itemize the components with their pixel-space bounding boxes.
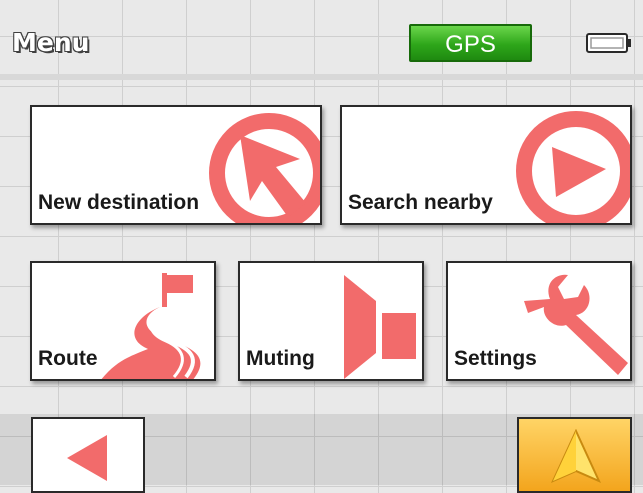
- navigation-button[interactable]: [517, 417, 632, 493]
- route-flag-icon: [101, 273, 201, 379]
- back-arrow-icon: [67, 435, 107, 481]
- battery-icon: [586, 33, 631, 53]
- header-separator: [0, 74, 643, 80]
- search-nearby-arrow-icon: [516, 111, 630, 223]
- new-destination-button[interactable]: New destination: [30, 105, 322, 225]
- gps-status-badge: GPS: [409, 24, 532, 62]
- header-bar: Menu GPS: [0, 0, 643, 80]
- settings-label: Settings: [454, 347, 537, 370]
- new-destination-label: New destination: [38, 191, 200, 214]
- muting-label: Muting: [246, 347, 315, 370]
- search-nearby-label: Search nearby: [348, 191, 493, 214]
- new-destination-arrow-icon: [209, 113, 320, 223]
- navigation-arrow-icon: [551, 429, 601, 483]
- muting-button[interactable]: Muting: [238, 261, 424, 381]
- route-label: Route: [38, 347, 98, 370]
- route-button[interactable]: Route: [30, 261, 216, 381]
- settings-button[interactable]: Settings: [446, 261, 632, 381]
- speaker-icon: [344, 275, 416, 379]
- page-title: Menu: [12, 28, 90, 57]
- search-nearby-button[interactable]: Search nearby: [340, 105, 632, 225]
- back-button[interactable]: [31, 417, 145, 493]
